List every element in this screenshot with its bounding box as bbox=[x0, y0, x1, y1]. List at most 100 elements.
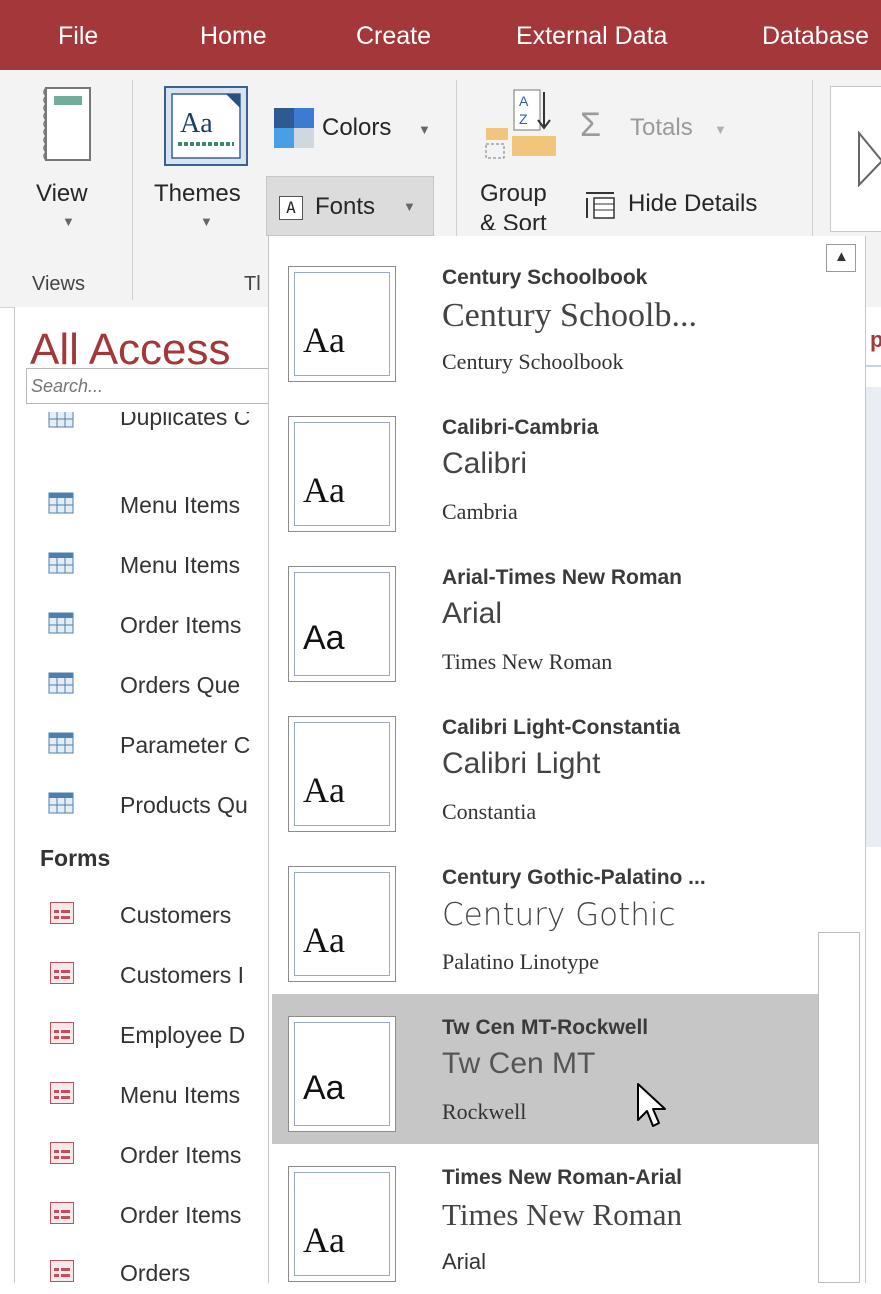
themes-dropdown-caret: ▼ bbox=[200, 214, 213, 229]
font-option-name: Century Gothic-Palatino ... bbox=[442, 866, 706, 889]
totals-button[interactable]: Σ Totals ▼ bbox=[576, 104, 736, 150]
list-item-label: Orders bbox=[120, 1260, 191, 1283]
list-item[interactable]: Menu Items bbox=[44, 1076, 268, 1116]
list-item-label: Menu Items bbox=[120, 552, 241, 578]
themes-icon: Aa bbox=[164, 86, 248, 166]
font-option-heading: Century Schoolb... bbox=[442, 297, 697, 334]
themes-label: Themes bbox=[154, 180, 241, 207]
query-icon bbox=[48, 732, 74, 754]
colors-label: Colors bbox=[322, 114, 392, 141]
tab-external-data[interactable]: External Data bbox=[516, 22, 667, 51]
font-option-name: Century Schoolbook bbox=[442, 266, 648, 289]
font-option-body: Rockwell bbox=[442, 1099, 527, 1124]
form-icon bbox=[50, 1142, 74, 1164]
font-option-body: Arial bbox=[442, 1249, 487, 1274]
list-item[interactable]: Menu Items bbox=[44, 486, 268, 526]
form-icon bbox=[50, 902, 74, 924]
font-option-tw-cen-mt-rockwell[interactable]: Aa Tw Cen MT-Rockwell Tw Cen MT Rockwell bbox=[272, 994, 820, 1144]
list-item[interactable]: Duplicates C bbox=[44, 412, 268, 440]
query-icon bbox=[48, 672, 74, 694]
font-preview-glyph: Aa bbox=[303, 920, 345, 960]
form-icon bbox=[50, 1082, 74, 1104]
list-item-label: Products Qu bbox=[120, 792, 248, 818]
font-option-heading: Calibri bbox=[442, 447, 528, 480]
themes-button[interactable]: Aa Themes ▼ bbox=[150, 84, 262, 234]
colors-dropdown-caret: ▼ bbox=[418, 122, 431, 137]
menu-bar: File Home Create External Data Database bbox=[0, 0, 881, 70]
scrollbar-thumb[interactable] bbox=[818, 932, 860, 1283]
ribbon-separator bbox=[132, 80, 133, 300]
font-option-body: Times New Roman bbox=[442, 649, 613, 674]
list-item-label: Customers I bbox=[120, 962, 244, 988]
list-item-label: Order Items bbox=[120, 1202, 242, 1228]
list-item[interactable]: Orders Que bbox=[44, 666, 268, 706]
view-button[interactable]: View ▼ bbox=[32, 84, 116, 234]
group-sort-button[interactable]: A Z Group & Sort bbox=[470, 86, 562, 236]
nav-search-box[interactable] bbox=[26, 368, 270, 404]
font-option-name: Calibri-Cambria bbox=[442, 416, 599, 439]
list-item-label: Orders Que bbox=[120, 672, 241, 698]
list-item[interactable]: Customers bbox=[44, 896, 268, 936]
font-option-century-gothic-palatino[interactable]: Aa Century Gothic-Palatino ... Century G… bbox=[272, 844, 820, 994]
list-item-label: Customers bbox=[120, 902, 232, 928]
font-option-name: Tw Cen MT-Rockwell bbox=[442, 1016, 649, 1039]
tab-home[interactable]: Home bbox=[200, 22, 267, 51]
font-preview-glyph: Aa bbox=[303, 770, 345, 810]
tab-database[interactable]: Database bbox=[762, 22, 869, 51]
view-dropdown-caret: ▼ bbox=[62, 214, 75, 229]
list-item[interactable]: Order Items bbox=[44, 1196, 268, 1236]
nav-search-input[interactable] bbox=[31, 371, 263, 401]
view-label: View bbox=[36, 180, 88, 207]
font-option-calibri-light-constantia[interactable]: Aa Calibri Light-Constantia Calibri Ligh… bbox=[272, 694, 820, 844]
font-option-times-new-roman-arial[interactable]: Aa Times New Roman-Arial Times New Roman… bbox=[272, 1144, 820, 1294]
list-item[interactable]: Customers I bbox=[44, 956, 268, 996]
list-item[interactable]: Parameter C bbox=[44, 726, 268, 766]
group-sort-label-line1: Group bbox=[480, 180, 547, 207]
tab-create[interactable]: Create bbox=[356, 22, 431, 51]
font-option-century-schoolbook[interactable]: Aa Century Schoolbook Century Schoolb...… bbox=[272, 244, 820, 394]
colors-button[interactable]: Colors ▼ bbox=[270, 104, 440, 152]
font-option-arial-times-new-roman[interactable]: Aa Arial-Times New Roman Arial Times New… bbox=[272, 544, 820, 694]
ribbon-control-preview[interactable] bbox=[830, 86, 881, 232]
hide-details-button[interactable]: Hide Details bbox=[576, 180, 796, 226]
fonts-label: Fonts bbox=[315, 193, 376, 220]
forms-section-header[interactable]: Forms bbox=[40, 845, 110, 872]
font-preview-glyph: Aa bbox=[303, 320, 345, 360]
hide-details-label: Hide Details bbox=[628, 190, 758, 217]
font-option-heading: Arial bbox=[442, 597, 503, 630]
totals-dropdown-caret: ▼ bbox=[714, 122, 727, 137]
font-option-heading: Calibri Light bbox=[442, 747, 601, 780]
font-option-calibri-cambria[interactable]: Aa Calibri-Cambria Calibri Cambria bbox=[272, 394, 820, 544]
form-icon bbox=[50, 1022, 74, 1044]
query-icon bbox=[48, 492, 74, 514]
svg-text:Z: Z bbox=[519, 111, 528, 127]
font-preview-thumbnail: Aa bbox=[288, 866, 396, 982]
group-sort-icon: A Z bbox=[485, 89, 556, 159]
font-preview-thumbnail: Aa bbox=[288, 1166, 396, 1282]
mouse-cursor-icon bbox=[637, 1083, 666, 1127]
list-item[interactable]: Order Items bbox=[44, 606, 268, 646]
scroll-up-button[interactable]: ▲ bbox=[826, 244, 856, 272]
list-item[interactable]: Products Qu bbox=[44, 786, 268, 826]
list-item-label: Parameter C bbox=[120, 732, 251, 758]
font-preview-thumbnail: Aa bbox=[288, 416, 396, 532]
form-icon bbox=[50, 962, 74, 984]
list-item[interactable]: Employee D bbox=[44, 1016, 268, 1056]
fonts-button[interactable]: A Fonts ▼ bbox=[266, 176, 434, 236]
view-icon bbox=[43, 87, 91, 161]
font-option-body: Century Schoolbook bbox=[442, 349, 624, 374]
font-preview-thumbnail: Aa bbox=[288, 716, 396, 832]
sigma-icon: Σ bbox=[580, 106, 602, 144]
font-preview-thumbnail: Aa bbox=[288, 1016, 396, 1132]
list-item-label: Duplicates C bbox=[120, 412, 251, 430]
list-item[interactable]: Menu Items bbox=[44, 546, 268, 586]
hide-details-icon bbox=[586, 192, 615, 219]
tab-file[interactable]: File bbox=[58, 22, 98, 51]
query-icon bbox=[48, 792, 74, 814]
list-item[interactable]: Orders bbox=[44, 1254, 268, 1283]
totals-label: Totals bbox=[630, 114, 693, 141]
font-option-body: Palatino Linotype bbox=[442, 949, 600, 974]
list-item[interactable]: Order Items bbox=[44, 1136, 268, 1176]
views-group-label: Views bbox=[32, 273, 85, 295]
list-item-label: Employee D bbox=[120, 1022, 246, 1048]
